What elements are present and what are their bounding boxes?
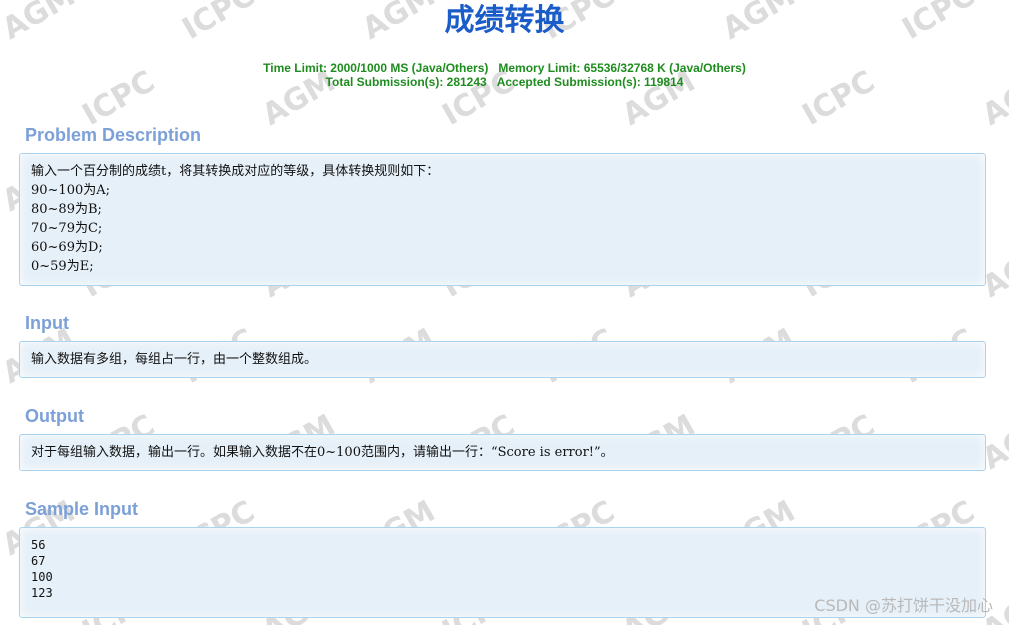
section-heading-input: Input <box>25 313 69 333</box>
csdn-credit-watermark: CSDN @苏打饼干没加心 <box>814 596 993 615</box>
input-description-box: 输入数据有多组，每组占一行，由一个整数组成。 <box>19 341 986 378</box>
input-text: 输入数据有多组，每组占一行，由一个整数组成。 <box>31 352 318 367</box>
problem-limits: Time Limit: 2000/1000 MS (Java/Others) Me… <box>0 61 1009 89</box>
section-heading-problem-description: Problem Description <box>25 125 202 145</box>
sample-input-line: 100 <box>31 570 53 584</box>
description-line: 80~89为B; <box>31 202 102 217</box>
output-text: 对于每组输入数据，输出一行。如果输入数据不在0~100范围内，请输出一行：“Sc… <box>31 445 614 460</box>
limits-row-2: Total Submission(s): 281243 Accepted Subm… <box>0 75 1009 89</box>
sample-input-line: 56 <box>31 538 46 552</box>
problem-description-box: 输入一个百分制的成绩t，将其转换成对应的等级，具体转换规则如下： 90~100为… <box>19 153 986 286</box>
problem-page: AGMICPCAGMICPCAGMICPCAGMICPCAGMICPCAGMIC… <box>0 0 1009 625</box>
page-title: 成绩转换 <box>444 3 565 38</box>
description-line: 输入一个百分制的成绩t，将其转换成对应的等级，具体转换规则如下： <box>31 164 440 179</box>
time-limit: Time Limit: 2000/1000 MS (Java/Others) <box>263 61 489 75</box>
section-heading-sample-input: Sample Input <box>25 499 139 519</box>
output-description-box: 对于每组输入数据，输出一行。如果输入数据不在0~100范围内，请输出一行：“Sc… <box>19 434 986 471</box>
section-heading-output: Output <box>25 406 84 426</box>
description-line: 70~79为C; <box>31 221 103 236</box>
memory-limit: Memory Limit: 65536/32768 K (Java/Others… <box>498 61 746 75</box>
description-line: 0~59为E; <box>31 259 94 274</box>
description-line: 60~69为D; <box>31 240 103 255</box>
total-submissions: Total Submission(s): 281243 <box>325 75 487 89</box>
description-line: 90~100为A; <box>31 183 111 198</box>
sample-input-line: 67 <box>31 554 46 568</box>
accepted-submissions: Accepted Submission(s): 119814 <box>496 75 684 89</box>
limits-row-1: Time Limit: 2000/1000 MS (Java/Others) Me… <box>0 61 1009 75</box>
